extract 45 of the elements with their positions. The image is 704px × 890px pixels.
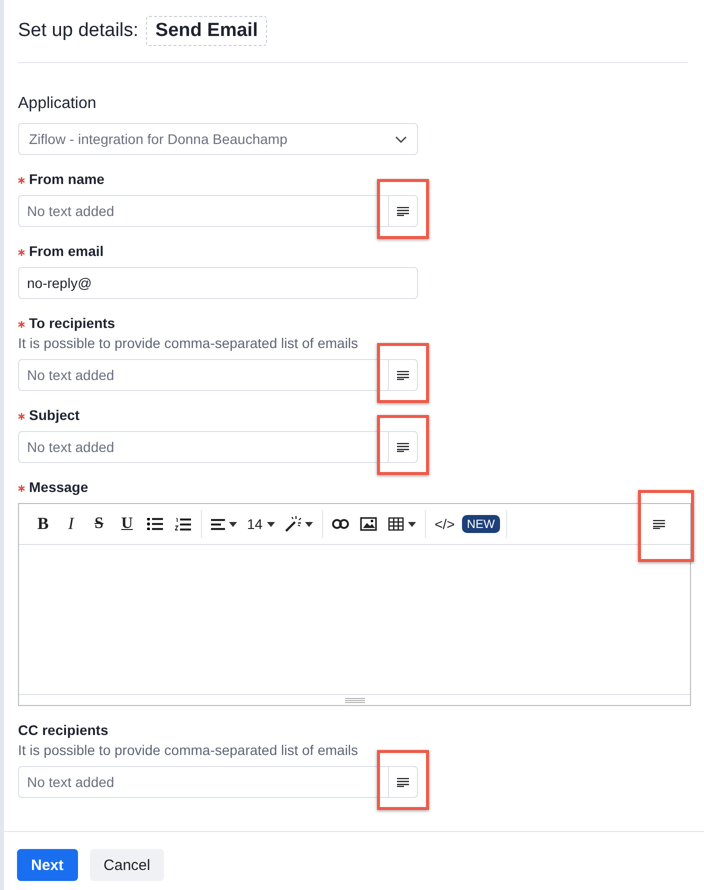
field-label: Subject — [29, 407, 80, 423]
bulleted-list-icon — [147, 518, 163, 530]
italic-button[interactable]: I — [59, 511, 83, 537]
underline-button[interactable]: U — [115, 511, 139, 537]
field-label: Application — [18, 95, 98, 113]
field-hint: It is possible to provide comma-separated list of emails — [18, 742, 360, 758]
input-field[interactable]: no-reply@ — [18, 267, 418, 299]
input-field[interactable]: No text added — [18, 431, 388, 463]
new-badge: NEW — [462, 515, 500, 533]
font-size-dropdown[interactable]: 14 — [244, 511, 278, 537]
text-lines-icon — [397, 370, 409, 380]
magic-wand-icon — [284, 516, 301, 532]
input-field[interactable]: No text added — [18, 195, 388, 227]
field-label: CC recipients — [18, 722, 108, 738]
numbered-list-icon — [175, 518, 191, 530]
image-icon — [360, 517, 378, 531]
table-icon — [388, 517, 404, 531]
input-field[interactable]: No text added — [18, 359, 388, 391]
text-lines-icon — [397, 778, 409, 786]
page-title: Set up details: — [18, 20, 138, 42]
cancel-button[interactable]: Cancel — [90, 849, 164, 881]
strikethrough-button[interactable]: S — [87, 511, 111, 537]
text-format-button[interactable] — [388, 195, 418, 227]
link-icon — [332, 519, 350, 529]
chevron-down-icon — [395, 136, 407, 142]
resize-handle-icon[interactable] — [344, 698, 364, 702]
field-hint: It is possible to provide comma-separated list of emails — [18, 335, 360, 351]
text-format-button[interactable] — [388, 359, 418, 391]
field-label: Message — [29, 479, 88, 495]
field-label: To recipients — [29, 315, 116, 331]
code-view-button[interactable]: </> — [432, 511, 458, 537]
input-field[interactable]: No text added — [18, 766, 388, 798]
align-left-icon — [211, 518, 225, 530]
step-name: Send Email — [146, 16, 267, 46]
text-lines-icon — [653, 520, 665, 528]
rich-text-editor[interactable]: B I S U 14 </> NEW — [18, 503, 691, 706]
text-format-button[interactable] — [388, 431, 418, 463]
field-label: From email — [29, 243, 104, 259]
bold-button[interactable]: B — [31, 511, 55, 537]
text-format-button[interactable] — [388, 766, 418, 798]
next-button[interactable]: Next — [17, 849, 78, 881]
text-lines-icon — [397, 442, 409, 452]
application-select[interactable]: Ziflow - integration for Donna Beauchamp — [18, 123, 418, 155]
field-label: From name — [29, 171, 104, 187]
text-lines-icon — [397, 206, 409, 216]
